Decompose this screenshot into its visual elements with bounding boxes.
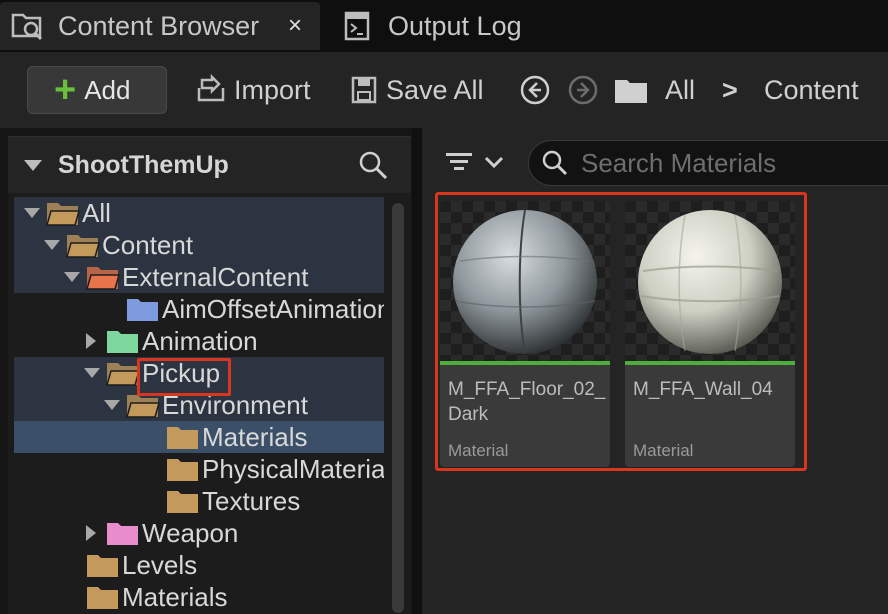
tree-item-label: Animation <box>142 325 258 356</box>
add-button-label: Add <box>84 74 131 105</box>
sources-header[interactable]: ShootThemUp <box>8 137 411 193</box>
tree-item-label: Materials <box>202 421 308 452</box>
project-title: ShootThemUp <box>58 150 229 179</box>
add-button[interactable]: + Add <box>27 66 167 114</box>
folder-icon <box>107 523 138 545</box>
tree-item[interactable]: ExternalContent <box>14 261 384 293</box>
tree-item-label: Weapon <box>142 517 239 548</box>
folder-icon <box>615 80 647 103</box>
toolbar: + Add Import Save All All > Content <box>0 52 888 128</box>
filter-icon[interactable] <box>442 146 510 178</box>
panel-splitter[interactable] <box>412 128 422 614</box>
folder-icon <box>107 331 138 353</box>
folder-tree: All Content ExternalContent AimOffsetAnimat… <box>14 197 384 614</box>
folder-open-icon <box>86 267 120 290</box>
tree-scrollbar[interactable] <box>392 203 404 613</box>
tree-item[interactable]: Levels <box>14 549 384 581</box>
search-icon[interactable] <box>357 149 389 181</box>
plus-icon: + <box>54 69 77 111</box>
folder-open-icon <box>66 235 100 258</box>
folder-open-icon <box>46 203 80 226</box>
save-all-button-label: Save All <box>386 74 484 105</box>
breadcrumb-content[interactable]: Content <box>764 66 859 114</box>
tree-item[interactable]: PhysicalMateria <box>14 453 384 485</box>
tab-output-log[interactable]: Output Log <box>330 2 590 50</box>
tab-label: Output Log <box>388 10 522 41</box>
search-input[interactable] <box>581 147 881 179</box>
content-browser-icon <box>6 6 50 46</box>
tree-item[interactable]: Content <box>14 229 384 261</box>
tree-item[interactable]: All <box>14 197 384 229</box>
expand-down-icon[interactable] <box>84 367 106 379</box>
search-box[interactable] <box>528 140 888 186</box>
no-expand-spacer <box>144 431 166 443</box>
tree-item[interactable]: Animation <box>14 325 384 357</box>
no-expand-spacer <box>144 495 166 507</box>
no-expand-spacer <box>64 591 86 603</box>
expand-right-icon[interactable] <box>84 333 106 349</box>
expand-right-icon[interactable] <box>84 525 106 541</box>
back-arrow-icon[interactable] <box>519 74 551 106</box>
save-all-button[interactable]: Save All <box>350 66 484 114</box>
no-expand-spacer <box>64 559 86 571</box>
tree-item-label: PhysicalMateria <box>202 453 384 484</box>
tree-item[interactable]: Textures <box>14 485 384 517</box>
tree-item-label: Textures <box>202 485 301 516</box>
folder-open-icon <box>106 363 140 386</box>
expand-down-icon[interactable] <box>104 399 126 411</box>
tree-item[interactable]: AimOffsetAnimation <box>14 293 384 325</box>
forward-arrow-icon[interactable] <box>567 74 599 106</box>
highlight-box <box>435 192 807 471</box>
folder-icon <box>127 299 158 321</box>
save-icon <box>351 76 377 104</box>
expand-down-icon[interactable] <box>24 207 46 219</box>
search-icon <box>542 150 568 176</box>
tree-item[interactable]: Materials <box>14 581 384 613</box>
no-expand-spacer <box>104 303 126 315</box>
tree-item-label: AimOffsetAnimation <box>162 293 384 324</box>
tree-item-label: Content <box>102 229 194 260</box>
no-expand-spacer <box>144 463 166 475</box>
import-button-label: Import <box>234 74 311 105</box>
collapse-arrow-icon[interactable] <box>24 159 42 171</box>
tree-item-label: Materials <box>122 581 228 612</box>
folder-icon <box>167 427 198 449</box>
folder-icon <box>167 459 198 481</box>
expand-down-icon[interactable] <box>64 271 86 283</box>
close-icon[interactable]: × <box>288 12 302 40</box>
import-button[interactable]: Import <box>194 66 311 114</box>
highlight-box-pickup <box>137 358 231 396</box>
asset-view: M_FFA_Floor_02_Dark Material M_F <box>422 128 888 614</box>
expand-down-icon[interactable] <box>44 239 66 251</box>
tab-label: Content Browser <box>58 10 260 41</box>
tree-item-label: ExternalContent <box>122 261 309 292</box>
folder-icon <box>87 555 118 577</box>
tab-bar: Content Browser × Output Log <box>0 0 888 52</box>
folder-icon <box>167 491 198 513</box>
folder-icon <box>87 587 118 609</box>
tab-content-browser[interactable]: Content Browser × <box>0 2 320 50</box>
tree-item[interactable]: Weapon <box>14 517 384 549</box>
tree-item-label: Levels <box>122 549 198 580</box>
breadcrumb-separator[interactable]: > <box>722 66 738 114</box>
import-icon <box>197 74 225 102</box>
breadcrumb-all[interactable]: All <box>665 66 695 114</box>
output-log-icon <box>336 6 380 46</box>
tree-item-label: All <box>82 197 111 228</box>
tree-item[interactable]: Materials <box>14 421 384 453</box>
